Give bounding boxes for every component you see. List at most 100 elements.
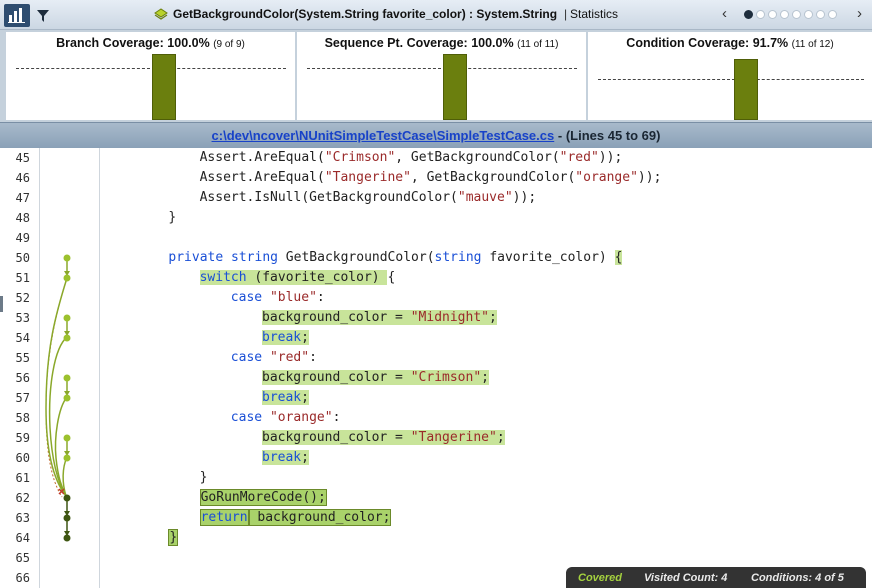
- line-number: 46: [15, 171, 30, 185]
- code-token: "mauve": [457, 190, 513, 205]
- file-path-link[interactable]: c:\dev\ncover\NUnitSimpleTestCase\Simple…: [212, 128, 555, 143]
- line-range: - (Lines 45 to 69): [557, 128, 661, 143]
- code-line: GoRunMoreCode();: [199, 488, 327, 508]
- code-token: }: [168, 210, 177, 225]
- code-token: break: [262, 390, 302, 405]
- code-token: "Midnight": [410, 310, 489, 325]
- code-token: {: [387, 270, 396, 285]
- panel-count: (11 of 12): [791, 39, 834, 50]
- previous-arrow-icon[interactable]: ‹: [722, 5, 727, 22]
- line-number: 59: [15, 431, 30, 445]
- code-token: ;: [496, 430, 505, 445]
- code-view[interactable]: 45 46 47 48 49 50 51 52 53 54 55 56 57 58 59 60 61 62 63 64…: [0, 148, 872, 588]
- panel-baseline: [16, 68, 286, 69]
- page-dot[interactable]: [816, 10, 825, 19]
- sequence-coverage-panel: Sequence Pt. Coverage: 100.0% (11 of 11): [297, 32, 586, 120]
- code-line: switch (favorite_color) {: [199, 268, 396, 288]
- page-dot[interactable]: [804, 10, 813, 19]
- code-token: "red": [269, 350, 310, 365]
- line-number: 53: [15, 311, 30, 325]
- page-dot[interactable]: [756, 10, 765, 19]
- code-line: Assert.IsNull(GetBackgroundColor("mauve"…: [200, 188, 537, 208]
- line-number: 62: [15, 491, 30, 505]
- bar-chart-icon[interactable]: [4, 4, 30, 27]
- code-line: Assert.AreEqual("Crimson", GetBackground…: [200, 148, 623, 168]
- page-dot[interactable]: [768, 10, 777, 19]
- line-number: 63: [15, 511, 30, 525]
- code-token: "Crimson": [410, 370, 482, 385]
- code-token: ));: [512, 190, 537, 205]
- code-token: break: [262, 330, 302, 345]
- code-token: background_color =: [262, 370, 411, 385]
- page-dot[interactable]: [792, 10, 801, 19]
- code-token: :: [316, 290, 325, 305]
- branch-coverage-panel: Branch Coverage: 100.0% (9 of 9): [6, 32, 295, 120]
- code-token: "Tangerine": [410, 430, 497, 445]
- status-covered: Covered: [578, 572, 623, 584]
- status-bar: Covered Visited Count: 4 Conditions: 4 o…: [566, 567, 866, 588]
- panel-percent: 100.0%: [471, 36, 514, 50]
- page-dot[interactable]: [780, 10, 789, 19]
- panel-count: (11 of 11): [517, 39, 559, 50]
- code-token: {: [614, 250, 623, 265]
- code-token: ;: [489, 310, 497, 325]
- code-token: "Tangerine": [324, 170, 411, 185]
- branch-flow-graph: [40, 148, 100, 588]
- code-line: }: [200, 468, 208, 488]
- code-token: (favorite_color): [246, 270, 388, 285]
- code-line: background_color = "Midnight";: [262, 308, 497, 328]
- code-token: :: [309, 350, 317, 365]
- code-token: "blue": [269, 290, 317, 305]
- code-token: private: [168, 250, 224, 265]
- filter-icon[interactable]: [37, 9, 49, 27]
- line-number: 55: [15, 351, 30, 365]
- code-line: }: [168, 208, 176, 228]
- line-number: 64: [15, 531, 30, 545]
- page-dot[interactable]: [744, 10, 753, 19]
- condition-coverage-panel: Condition Coverage: 91.7% (11 of 12): [588, 32, 872, 120]
- line-number-gutter: 45 46 47 48 49 50 51 52 53 54 55 56 57 58 59 60 61 62 63 64…: [0, 148, 40, 588]
- code-line: break;: [262, 328, 309, 348]
- code-token: ;: [301, 450, 309, 465]
- code-line: break;: [262, 388, 309, 408]
- next-arrow-icon[interactable]: ›: [857, 5, 862, 22]
- code-token: }: [199, 470, 208, 485]
- code-token: GetBackgroundColor(: [277, 250, 435, 265]
- toolbar-separator: |: [564, 7, 568, 21]
- code-token: ));: [598, 150, 623, 165]
- line-number: 57: [15, 391, 30, 405]
- line-number: 52: [15, 291, 30, 305]
- line-number: 47: [15, 191, 30, 205]
- code-token: favorite_color): [481, 250, 615, 265]
- page-dot[interactable]: [828, 10, 837, 19]
- statistics-link[interactable]: Statistics: [570, 7, 618, 21]
- line-number: 48: [15, 211, 30, 225]
- status-conditions: Conditions: 4 of 5: [751, 572, 844, 584]
- code-token: }: [168, 529, 179, 546]
- code-token: background_color =: [262, 310, 411, 325]
- code-line: case "blue":: [231, 288, 325, 308]
- code-token: Assert.AreEqual(: [199, 150, 325, 165]
- code-token: ;: [301, 330, 309, 345]
- code-line: case "orange":: [231, 408, 341, 428]
- code-line: background_color = "Tangerine";: [262, 428, 505, 448]
- code-token: ));: [637, 170, 662, 185]
- code-token: "Crimson": [324, 150, 396, 165]
- line-number: 56: [15, 371, 30, 385]
- code-line: Assert.AreEqual("Tangerine", GetBackgrou…: [200, 168, 662, 188]
- code-token: string: [231, 250, 278, 265]
- code-token: break: [262, 450, 302, 465]
- code-token: , GetBackgroundColor(: [410, 170, 576, 185]
- panel-percent: 100.0%: [167, 36, 210, 50]
- code-line: break;: [262, 448, 309, 468]
- coverage-bar: [734, 59, 758, 120]
- line-number: 60: [15, 451, 30, 465]
- line-number: 66: [15, 571, 30, 585]
- code-line: case "red":: [231, 348, 317, 368]
- line-number: 51: [15, 271, 30, 285]
- code-token: , GetBackgroundColor(: [395, 150, 560, 165]
